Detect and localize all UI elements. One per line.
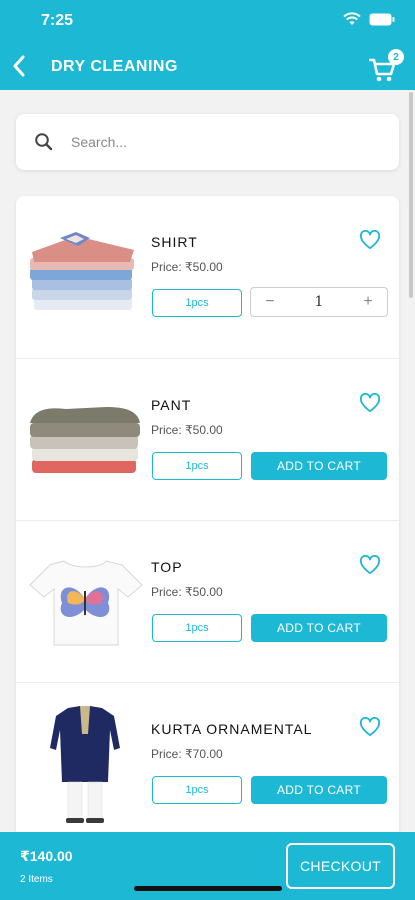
add-to-cart-button[interactable]: ADD TO CART (251, 452, 387, 480)
cart-count-badge: 2 (388, 49, 404, 65)
product-name: KURTA ORNAMENTAL (151, 721, 313, 737)
cart-button[interactable]: 2 (367, 49, 404, 82)
favorite-heart-icon[interactable] (359, 230, 381, 250)
top-image (29, 560, 143, 646)
product-price: Price: ₹70.00 (151, 747, 223, 761)
increase-button[interactable]: + (349, 293, 387, 311)
favorite-heart-icon[interactable] (359, 393, 381, 413)
unit-select[interactable]: 1pcs (152, 452, 242, 480)
unit-select[interactable]: 1pcs (152, 776, 242, 804)
product-name: SHIRT (151, 234, 198, 250)
wifi-icon (343, 12, 361, 25)
search-box[interactable] (16, 114, 399, 170)
search-input[interactable] (71, 128, 381, 156)
battery-icon (369, 13, 395, 25)
cart-total: ₹140.00 (20, 848, 73, 864)
back-button[interactable] (6, 52, 32, 80)
product-price: Price: ₹50.00 (151, 423, 223, 437)
favorite-heart-icon[interactable] (359, 717, 381, 737)
quantity-stepper: − 1 + (250, 287, 388, 317)
product-list: SHIRT Price: ₹50.00 1pcs − 1 + PANT Pric… (16, 196, 399, 856)
product-item-top[interactable]: TOP Price: ₹50.00 1pcs ADD TO CART (16, 520, 399, 682)
favorite-heart-icon[interactable] (359, 555, 381, 575)
page-title: DRY CLEANING (51, 58, 178, 75)
chevron-left-icon (13, 55, 25, 77)
app-header: DRY CLEANING 2 (0, 42, 415, 90)
add-to-cart-button[interactable]: ADD TO CART (251, 776, 387, 804)
status-time: 7:25 (41, 12, 74, 29)
status-bar: 7:25 (0, 0, 415, 42)
decrease-button[interactable]: − (251, 293, 289, 311)
unit-select[interactable]: 1pcs (152, 289, 242, 317)
product-name: TOP (151, 559, 183, 575)
product-item-kurta-ornamental[interactable]: KURTA ORNAMENTAL Price: ₹70.00 1pcs ADD … (16, 682, 399, 844)
pant-image (30, 407, 140, 473)
add-to-cart-button[interactable]: ADD TO CART (251, 614, 387, 642)
cart-item-count: 2 Items (20, 874, 53, 885)
product-item-shirt[interactable]: SHIRT Price: ₹50.00 1pcs − 1 + (16, 196, 399, 358)
scrollbar[interactable] (409, 92, 413, 298)
product-name: PANT (151, 397, 192, 413)
unit-select[interactable]: 1pcs (152, 614, 242, 642)
search-icon (35, 133, 53, 151)
home-indicator (134, 886, 282, 891)
product-item-pant[interactable]: PANT Price: ₹50.00 1pcs ADD TO CART (16, 358, 399, 520)
kurta-image (50, 706, 120, 823)
shirt-image (30, 232, 134, 310)
product-price: Price: ₹50.00 (151, 585, 223, 599)
product-price: Price: ₹50.00 (151, 260, 223, 274)
checkout-button[interactable]: CHECKOUT (286, 843, 395, 889)
quantity-value: 1 (314, 294, 324, 310)
status-icons (343, 12, 395, 26)
